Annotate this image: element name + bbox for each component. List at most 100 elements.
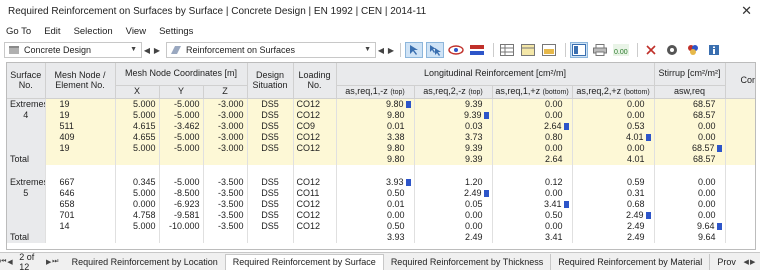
color-scale-icon[interactable] xyxy=(684,42,702,58)
cell-sw: 9.64 xyxy=(654,220,726,232)
col-x[interactable]: X xyxy=(115,85,160,99)
col-coordinates[interactable]: Mesh Node Coordinates [m] xyxy=(115,63,248,86)
cell-z: -3.500 xyxy=(203,209,248,221)
col-z[interactable]: Z xyxy=(203,85,248,99)
clear-selection-icon[interactable] xyxy=(642,42,660,58)
col-surface-no[interactable]: Surface No. xyxy=(7,63,46,99)
cell-y: -3.462 xyxy=(159,120,204,132)
menu-edit[interactable]: Edit xyxy=(44,26,60,37)
close-icon[interactable]: ✕ xyxy=(741,3,752,19)
next-module-icon[interactable]: ▶ xyxy=(152,46,162,55)
cell-a2: 9.39 xyxy=(414,109,493,121)
tab-by-surface[interactable]: Required Reinforcement by Surface xyxy=(225,253,384,270)
select-multiple-icon[interactable] xyxy=(426,42,444,58)
max-marker-icon xyxy=(716,222,722,230)
surface-label-empty xyxy=(7,131,46,143)
cell-a2: 2.49 xyxy=(414,187,493,199)
view-settings-icon[interactable] xyxy=(663,42,681,58)
toolbar: Concrete Design ▼ ◀ ▶ Reinforcement on S… xyxy=(0,40,760,60)
table-row[interactable]: 701 4.758 -9.581 -3.500 DS5 CO12 0.00 0.… xyxy=(7,209,755,221)
col-a3-label: as,req,1,+z xyxy=(495,85,541,96)
module-combo[interactable]: Concrete Design ▼ xyxy=(4,42,142,58)
cell-a2: 0.00 xyxy=(414,220,493,232)
table-row[interactable]: 658 0.000 -6.923 -3.500 DS5 CO12 0.01 0.… xyxy=(7,198,755,210)
table-icon[interactable] xyxy=(498,42,516,58)
cell-x: 5.000 xyxy=(115,220,160,232)
total-label: Total xyxy=(7,153,46,165)
col-design-situation[interactable]: Design Situation xyxy=(247,63,294,99)
result-combo-value: Reinforcement on Surfaces xyxy=(186,45,296,55)
cell-empty xyxy=(725,153,755,165)
cell-a4: 4.01 xyxy=(572,131,655,143)
cell-a4: 0.00 xyxy=(572,142,655,154)
visibility-eye-icon[interactable] xyxy=(447,42,465,58)
col-as-req-1-top[interactable]: as,req,1,-z (top) xyxy=(336,85,415,99)
col-as-req-2-bottom[interactable]: as,req,2,+z (bottom) xyxy=(572,85,655,99)
result-combo[interactable]: Reinforcement on Surfaces ▼ xyxy=(166,42,376,58)
extreme-values-icon[interactable] xyxy=(468,42,486,58)
col-as-req-1-bottom[interactable]: as,req,1,+z (bottom) xyxy=(492,85,573,99)
cell-a1: 3.38 xyxy=(336,131,415,143)
cell-a3: 0.00 xyxy=(492,109,573,121)
scroll-tabs-left-icon[interactable]: ◀ xyxy=(743,258,750,266)
col-asw-req[interactable]: asw,req xyxy=(654,85,726,99)
print-icon[interactable] xyxy=(591,42,609,58)
table-row[interactable]: 4 19 5.000 -5.000 -3.000 DS5 CO12 9.80 9… xyxy=(7,109,755,121)
first-page-icon[interactable]: ⏮ xyxy=(0,258,7,266)
col-longitudinal[interactable]: Longitudinal Reinforcement [cm²/m] xyxy=(336,63,655,86)
next-page-icon[interactable]: ▶ xyxy=(45,258,52,266)
surface-label-empty xyxy=(7,198,46,210)
select-pointer-icon[interactable] xyxy=(405,42,423,58)
col-y[interactable]: Y xyxy=(159,85,204,99)
surface-label: Extremes xyxy=(7,98,46,110)
export-table-icon[interactable] xyxy=(540,42,558,58)
col-mesh-node[interactable]: Mesh Node / Element No. xyxy=(45,63,116,99)
table-row[interactable]: 19 5.000 -5.000 -3.000 DS5 CO12 9.80 9.3… xyxy=(7,142,755,154)
cell-a3: 0.12 xyxy=(492,176,573,188)
menu-goto[interactable]: Go To xyxy=(6,26,31,37)
tab-by-thickness[interactable]: Required Reinforcement by Thickness xyxy=(383,253,552,270)
col-loading-no[interactable]: Loading No. xyxy=(293,63,337,99)
col-comment[interactable]: Comment xyxy=(725,63,755,99)
tab-provided[interactable]: Prov xyxy=(710,253,743,270)
cell-a4-value: 2.49 xyxy=(625,209,644,220)
prev-result-icon[interactable]: ◀ xyxy=(376,46,386,55)
column-layout-icon[interactable] xyxy=(570,42,588,58)
prev-module-icon[interactable]: ◀ xyxy=(142,46,152,55)
table-row[interactable]: 5 646 5.000 -8.500 -3.500 DS5 CO11 0.50 … xyxy=(7,187,755,199)
next-result-icon[interactable]: ▶ xyxy=(386,46,396,55)
scroll-tabs-right-icon[interactable]: ▶ xyxy=(749,258,756,266)
cell-sw: 0.00 xyxy=(654,198,726,210)
cell-empty xyxy=(203,153,248,165)
menu-view[interactable]: View xyxy=(126,26,146,37)
total-a4: 4.01 xyxy=(572,153,655,165)
total-row[interactable]: Total 3.93 2.49 3.41 2.49 9.64 xyxy=(7,231,755,243)
cell-a4: 2.49 xyxy=(572,220,655,232)
table-row[interactable]: Extremes 19 5.000 -5.000 -3.000 DS5 CO12… xyxy=(7,98,755,110)
tab-by-material[interactable]: Required Reinforcement by Material xyxy=(551,253,711,270)
tab-by-location[interactable]: Required Reinforcement by Location xyxy=(64,253,226,270)
last-page-icon[interactable]: ⏭ xyxy=(52,258,59,266)
prev-page-icon[interactable]: ◀ xyxy=(7,258,14,266)
table-row[interactable]: 409 4.655 -5.000 -3.000 DS5 CO12 3.38 3.… xyxy=(7,131,755,143)
col-a4-label: as,req,2,+z xyxy=(576,85,622,96)
cell-comment xyxy=(725,98,755,110)
cell-node: 19 xyxy=(45,98,116,110)
cell-sw: 0.00 xyxy=(654,176,726,188)
decimal-places-icon[interactable]: 0.00 xyxy=(612,42,630,58)
menu-selection[interactable]: Selection xyxy=(74,26,113,37)
col-as-req-2-top[interactable]: as,req,2,-z (top) xyxy=(414,85,493,99)
toolbar-separator xyxy=(400,43,401,57)
table-row[interactable]: Extremes 667 0.345 -5.000 -3.500 DS5 CO1… xyxy=(7,176,755,188)
table-row[interactable]: 511 4.615 -3.462 -3.000 DS5 CO9 0.01 0.0… xyxy=(7,120,755,132)
cell-a4: 0.68 xyxy=(572,198,655,210)
cell-loading: CO12 xyxy=(293,198,337,210)
filter-table-icon[interactable] xyxy=(519,42,537,58)
menu-settings[interactable]: Settings xyxy=(159,26,193,37)
table-row[interactable]: 14 5.000 -10.000 -3.500 DS5 CO12 0.50 0.… xyxy=(7,220,755,232)
cell-a2-value: 2.49 xyxy=(463,187,482,198)
cell-loading: CO12 xyxy=(293,109,337,121)
info-icon[interactable] xyxy=(705,42,723,58)
col-stirrup[interactable]: Stirrup [cm²/m²] xyxy=(654,63,726,86)
total-row[interactable]: Total 9.80 9.39 2.64 4.01 68.57 xyxy=(7,153,755,165)
